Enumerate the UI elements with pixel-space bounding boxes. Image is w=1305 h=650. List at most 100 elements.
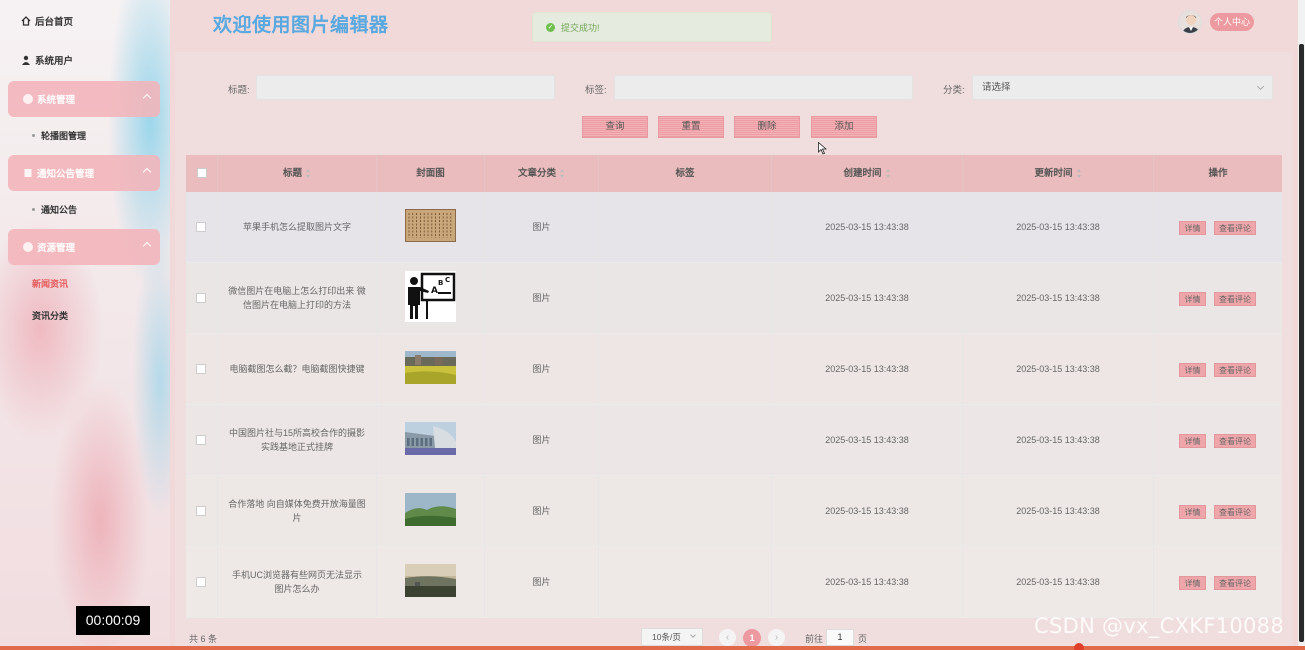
row-created-time: 2025-03-15 13:43:38 bbox=[772, 263, 963, 333]
row-category: 图片 bbox=[485, 263, 599, 333]
sidebar-item-label: 后台首页 bbox=[35, 17, 74, 28]
table-row[interactable]: 苹果手机怎么提取图片文字 图片 2025-03-15 13:43:38 2025-03… bbox=[186, 192, 1282, 263]
sidebar-group-notice[interactable]: 通知公告管理 bbox=[8, 155, 160, 191]
row-checkbox[interactable] bbox=[196, 364, 206, 374]
category-select[interactable]: 请选择 bbox=[972, 75, 1273, 100]
column-header-tag: 标签 bbox=[599, 155, 772, 192]
detail-button[interactable]: 详情 bbox=[1179, 505, 1206, 519]
sort-icon[interactable] bbox=[560, 168, 565, 178]
next-page-button[interactable]: › bbox=[768, 629, 785, 646]
row-actions: 详情 查看评论 bbox=[1154, 547, 1282, 617]
row-checkbox[interactable] bbox=[196, 506, 206, 516]
sidebar-item-news-category[interactable]: 资讯分类 bbox=[32, 306, 68, 324]
chevron-up-icon bbox=[142, 167, 152, 177]
row-updated-time: 2025-03-15 13:43:38 bbox=[963, 547, 1154, 617]
row-title: 微信图片在电脑上怎么打印出来 微信图片在电脑上打印的方法 bbox=[218, 263, 377, 333]
page-scrollbar[interactable] bbox=[1298, 0, 1305, 646]
detail-button[interactable]: 详情 bbox=[1179, 363, 1206, 377]
row-cover bbox=[377, 547, 485, 617]
reset-button[interactable]: 重置 bbox=[658, 116, 724, 138]
video-progress-handle[interactable] bbox=[1074, 643, 1084, 650]
sidebar-item-news[interactable]: 新闻资讯 bbox=[32, 274, 68, 292]
row-tag bbox=[599, 192, 772, 262]
main-content: 标题: 标签: 分类: 请选择 查询 重置 删除 添加 标题 封面图 文章分类 … bbox=[175, 52, 1293, 650]
column-header-cover: 封面图 bbox=[377, 155, 485, 192]
row-category: 图片 bbox=[485, 192, 599, 262]
row-tag bbox=[599, 334, 772, 404]
sidebar-item-label: 系统管理 bbox=[37, 95, 76, 106]
row-category: 图片 bbox=[485, 547, 599, 617]
sidebar-group-system[interactable]: 系统管理 bbox=[8, 81, 160, 117]
column-header-title[interactable]: 标题 bbox=[218, 155, 377, 192]
svg-text:A: A bbox=[431, 286, 438, 296]
row-updated-time: 2025-03-15 13:43:38 bbox=[963, 263, 1154, 333]
title-filter-label: 标题: bbox=[228, 85, 250, 96]
view-comments-button[interactable]: 查看评论 bbox=[1214, 505, 1256, 519]
user-center-button[interactable]: 个人中心 bbox=[1210, 13, 1254, 31]
view-comments-button[interactable]: 查看评论 bbox=[1214, 363, 1256, 377]
sort-icon[interactable] bbox=[1076, 168, 1082, 178]
table-row[interactable]: 合作落地 向自媒体免费开放海量图片 图片 2025-03-15 13:43:38 20… bbox=[186, 476, 1282, 547]
detail-button[interactable]: 详情 bbox=[1179, 434, 1206, 448]
row-actions: 详情 查看评论 bbox=[1154, 405, 1282, 475]
table-row[interactable]: 手机UC浏览器有些网页无法显示图片怎么办 图片 2025-03-15 13:43:3… bbox=[186, 547, 1282, 618]
row-checkbox[interactable] bbox=[196, 222, 206, 232]
view-comments-button[interactable]: 查看评论 bbox=[1214, 292, 1256, 306]
select-all-checkbox[interactable] bbox=[197, 168, 207, 178]
total-count: 共 6 条 bbox=[189, 634, 218, 644]
row-created-time: 2025-03-15 13:43:38 bbox=[772, 476, 963, 546]
row-created-time: 2025-03-15 13:43:38 bbox=[772, 405, 963, 475]
row-cover bbox=[377, 476, 485, 546]
detail-button[interactable]: 详情 bbox=[1179, 576, 1206, 590]
column-header-category[interactable]: 文章分类 bbox=[485, 155, 599, 192]
table-row[interactable]: 微信图片在电脑上怎么打印出来 微信图片在电脑上打印的方法 A B C 图片 2025-03… bbox=[186, 263, 1282, 334]
row-title: 手机UC浏览器有些网页无法显示图片怎么办 bbox=[218, 547, 377, 617]
detail-button[interactable]: 详情 bbox=[1179, 292, 1206, 306]
delete-button[interactable]: 删除 bbox=[734, 116, 800, 138]
view-comments-button[interactable]: 查看评论 bbox=[1214, 434, 1256, 448]
sidebar-item-home[interactable]: 后台首页 bbox=[20, 11, 170, 31]
row-actions: 详情 查看评论 bbox=[1154, 263, 1282, 333]
sort-icon[interactable] bbox=[885, 168, 891, 178]
row-checkbox[interactable] bbox=[196, 293, 206, 303]
add-button[interactable]: 添加 bbox=[811, 116, 877, 138]
row-tag bbox=[599, 547, 772, 617]
sidebar-group-resource[interactable]: 资源管理 bbox=[8, 229, 160, 265]
tag-filter-input[interactable] bbox=[614, 75, 913, 100]
column-header-updated[interactable]: 更新时间 bbox=[963, 155, 1154, 192]
row-actions: 详情 查看评论 bbox=[1154, 192, 1282, 262]
page-size-select[interactable]: 10条/页 bbox=[641, 628, 703, 646]
video-timer: 00:00:09 bbox=[76, 606, 150, 635]
sort-icon[interactable] bbox=[306, 168, 311, 178]
prev-page-button[interactable]: ‹ bbox=[719, 629, 736, 646]
flower-field-image bbox=[405, 350, 456, 388]
row-created-time: 2025-03-15 13:43:38 bbox=[772, 547, 963, 617]
query-button[interactable]: 查询 bbox=[582, 116, 648, 138]
detail-button[interactable]: 详情 bbox=[1179, 221, 1206, 235]
sidebar-item-users[interactable]: 系统用户 bbox=[20, 50, 170, 70]
table-row[interactable]: 中国图片社与15所高校合作的摄影实践基地正式挂牌 图片 2025-03-15 13:… bbox=[186, 405, 1282, 476]
row-updated-time: 2025-03-15 13:43:38 bbox=[963, 405, 1154, 475]
row-actions: 详情 查看评论 bbox=[1154, 476, 1282, 546]
avatar[interactable] bbox=[1178, 10, 1202, 34]
sidebar-item-notice[interactable]: 通知公告 bbox=[32, 200, 77, 218]
row-cover bbox=[377, 334, 485, 404]
chevron-down-icon bbox=[1256, 82, 1265, 91]
row-updated-time: 2025-03-15 13:43:38 bbox=[963, 334, 1154, 404]
table-row[interactable]: 电脑截图怎么截？电脑截图快捷键 图片 2025-03-15 13:43:38 2025… bbox=[186, 334, 1282, 405]
goto-page-input[interactable]: 1 bbox=[826, 629, 854, 646]
row-updated-time: 2025-03-15 13:43:38 bbox=[963, 192, 1154, 262]
sidebar-item-label: 资源管理 bbox=[37, 243, 76, 254]
page-number-button[interactable]: 1 bbox=[743, 629, 761, 647]
row-title: 合作落地 向自媒体免费开放海量图片 bbox=[218, 476, 377, 546]
video-progress-bar[interactable] bbox=[0, 646, 1305, 650]
row-checkbox[interactable] bbox=[196, 435, 206, 445]
row-checkbox[interactable] bbox=[196, 577, 206, 587]
sidebar-item-carousel[interactable]: 轮播图管理 bbox=[32, 126, 86, 144]
view-comments-button[interactable]: 查看评论 bbox=[1214, 221, 1256, 235]
sidebar-item-label: 系统用户 bbox=[35, 56, 74, 67]
title-filter-input[interactable] bbox=[256, 75, 555, 100]
column-header-created[interactable]: 创建时间 bbox=[772, 155, 963, 192]
view-comments-button[interactable]: 查看评论 bbox=[1214, 576, 1256, 590]
user-icon bbox=[20, 55, 31, 66]
